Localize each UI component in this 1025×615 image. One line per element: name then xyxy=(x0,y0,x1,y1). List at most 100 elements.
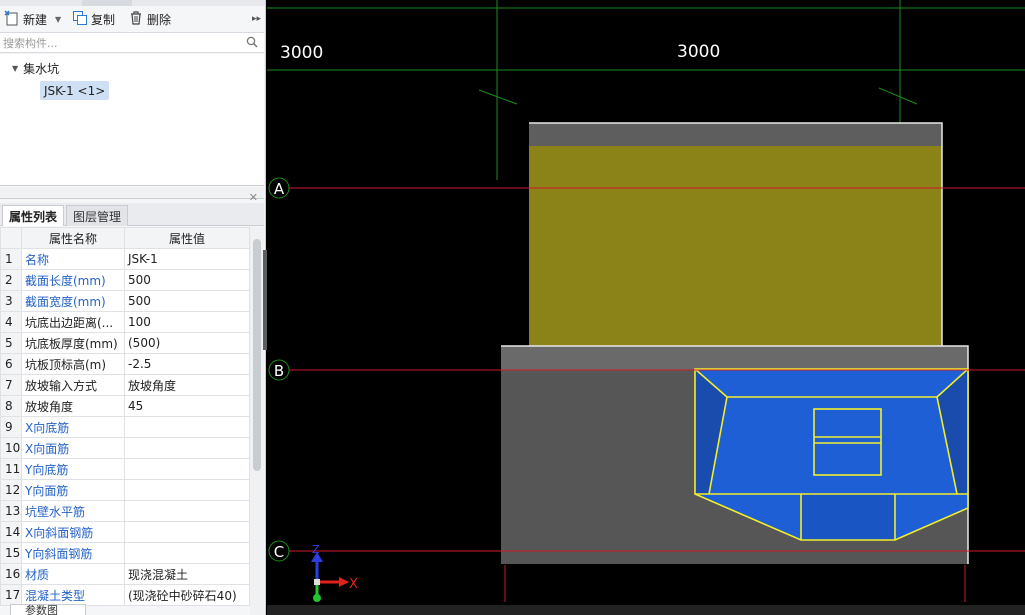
table-row[interactable]: 13 坑壁水平筋 xyxy=(0,500,250,522)
row-number: 13 xyxy=(0,500,22,522)
property-name: 材质 xyxy=(21,563,125,585)
property-name: X向底筋 xyxy=(21,416,125,438)
property-table: 属性名称 属性值 1 名称 JSK-1 2 截面长度(mm) 500 3 截面宽度(mm) 50… xyxy=(0,227,250,606)
drawing-canvas: A B C 3000 3000 Z X xyxy=(267,0,1025,602)
table-row[interactable]: 1 名称 JSK-1 xyxy=(0,248,250,270)
table-header-num xyxy=(0,227,22,249)
row-number: 1 xyxy=(0,248,22,270)
table-row[interactable]: 4 坑底出边距离(... 100 xyxy=(0,311,250,333)
table-row[interactable]: 15 Y向斜面钢筋 xyxy=(0,542,250,564)
copy-label: 复制 xyxy=(91,12,116,27)
tree-item-jsk-1[interactable]: JSK-1 <1> xyxy=(40,81,110,100)
copy-button[interactable]: 复制 xyxy=(72,10,115,28)
row-number: 11 xyxy=(0,458,22,480)
property-value[interactable]: (现浇砼中砂碎石40) xyxy=(124,584,250,606)
property-value[interactable] xyxy=(124,500,250,522)
table-row[interactable]: 5 坑底板厚度(mm) (500) xyxy=(0,332,250,354)
table-row[interactable]: 17 混凝土类型 (现浇砼中砂碎石40) xyxy=(0,584,250,606)
axis-label-b: B xyxy=(274,362,284,380)
row-number: 5 xyxy=(0,332,22,354)
trash-icon xyxy=(128,10,144,29)
chevron-down-icon[interactable]: ▼ xyxy=(55,15,61,24)
tab-properties[interactable]: 属性列表 xyxy=(2,205,65,226)
tab-parameter-diagram[interactable]: 参数图 xyxy=(10,604,86,615)
left-panel: 新建 ▼ 复制 删除 ▸▸ ▼ 集水坑 JSK-1 <1> xyxy=(0,0,266,615)
property-value[interactable] xyxy=(124,479,250,501)
property-name: 坑底板厚度(mm) xyxy=(21,332,125,354)
dimension-label: 3000 xyxy=(280,43,323,63)
delete-button[interactable]: 删除 xyxy=(128,10,171,28)
property-value[interactable]: 500 xyxy=(124,269,250,291)
table-row[interactable]: 2 截面长度(mm) 500 xyxy=(0,269,250,291)
table-row[interactable]: 16 材质 现浇混凝土 xyxy=(0,563,250,585)
property-value[interactable] xyxy=(124,458,250,480)
row-number: 3 xyxy=(0,290,22,312)
search-bar xyxy=(0,32,264,53)
property-name: 坑底出边距离(... xyxy=(21,311,125,333)
status-bar xyxy=(267,605,1025,615)
table-row[interactable]: 12 Y向面筋 xyxy=(0,479,250,501)
property-name: 放坡角度 xyxy=(21,395,125,417)
row-number: 9 xyxy=(0,416,22,438)
new-label: 新建 xyxy=(23,12,48,27)
axis-x-label: X xyxy=(349,577,358,592)
table-header-row: 属性名称 属性值 xyxy=(0,227,250,249)
property-value[interactable]: -2.5 xyxy=(124,353,250,375)
row-number: 16 xyxy=(0,563,22,585)
tab-layers[interactable]: 图层管理 xyxy=(66,205,129,226)
more-tools-button[interactable]: ▸▸ xyxy=(252,10,261,28)
property-scrollbar[interactable] xyxy=(250,227,264,615)
table-row[interactable]: 14 X向斜面钢筋 xyxy=(0,521,250,543)
property-value[interactable]: 500 xyxy=(124,290,250,312)
upper-block[interactable] xyxy=(529,123,942,347)
row-number: 2 xyxy=(0,269,22,291)
scrollbar-thumb[interactable] xyxy=(253,239,261,471)
property-name: 名称 xyxy=(21,248,125,270)
axis-bubble-c[interactable]: C xyxy=(268,540,290,562)
property-value[interactable] xyxy=(124,542,250,564)
property-name: 混凝土类型 xyxy=(21,584,125,606)
property-value[interactable]: 放坡角度 xyxy=(124,374,250,396)
row-number: 8 xyxy=(0,395,22,417)
table-header-value: 属性值 xyxy=(124,227,250,249)
search-icon[interactable] xyxy=(246,36,258,51)
property-name: X向面筋 xyxy=(21,437,125,459)
upper-block-top xyxy=(529,123,942,146)
property-name: 坑壁水平筋 xyxy=(21,500,125,522)
property-value[interactable] xyxy=(124,416,250,438)
dimension-tick xyxy=(878,87,918,105)
row-number: 17 xyxy=(0,584,22,606)
table-header-name: 属性名称 xyxy=(21,227,125,249)
search-input[interactable] xyxy=(3,34,239,52)
row-number: 12 xyxy=(0,479,22,501)
table-row[interactable]: 11 Y向底筋 xyxy=(0,458,250,480)
drawing-viewport[interactable]: A B C 3000 3000 Z X xyxy=(267,0,1025,615)
table-row[interactable]: 3 截面宽度(mm) 500 xyxy=(0,290,250,312)
property-value[interactable] xyxy=(124,437,250,459)
property-value[interactable]: 现浇混凝土 xyxy=(124,563,250,585)
tree-group-sump[interactable]: ▼ 集水坑 xyxy=(12,60,59,76)
table-row[interactable]: 10 X向面筋 xyxy=(0,437,250,459)
axis-gizmo: Z X xyxy=(311,543,358,602)
property-name: 放坡输入方式 xyxy=(21,374,125,396)
property-value[interactable]: (500) xyxy=(124,332,250,354)
table-row[interactable]: 8 放坡角度 45 xyxy=(0,395,250,417)
axis-origin xyxy=(314,579,320,585)
property-value[interactable] xyxy=(124,521,250,543)
table-row[interactable]: 7 放坡输入方式 放坡角度 xyxy=(0,374,250,396)
new-button[interactable]: 新建 ▼ xyxy=(4,9,61,28)
property-name: Y向底筋 xyxy=(21,458,125,480)
property-value[interactable]: 45 xyxy=(124,395,250,417)
tree-expand-icon[interactable]: ▼ xyxy=(12,64,18,73)
axis-bubble-b[interactable]: B xyxy=(268,359,290,381)
axis-bubble-a[interactable]: A xyxy=(268,177,290,199)
dimension-label: 3000 xyxy=(677,42,720,62)
table-row[interactable]: 6 坑板顶标高(m) -2.5 xyxy=(0,353,250,375)
sump-pit-bottom xyxy=(801,494,895,540)
property-name: X向斜面钢筋 xyxy=(21,521,125,543)
property-value[interactable]: 100 xyxy=(124,311,250,333)
table-row[interactable]: 9 X向底筋 xyxy=(0,416,250,438)
close-icon[interactable]: ✕ xyxy=(249,191,258,204)
property-value[interactable]: JSK-1 xyxy=(124,248,250,270)
copy-icon xyxy=(72,10,88,29)
